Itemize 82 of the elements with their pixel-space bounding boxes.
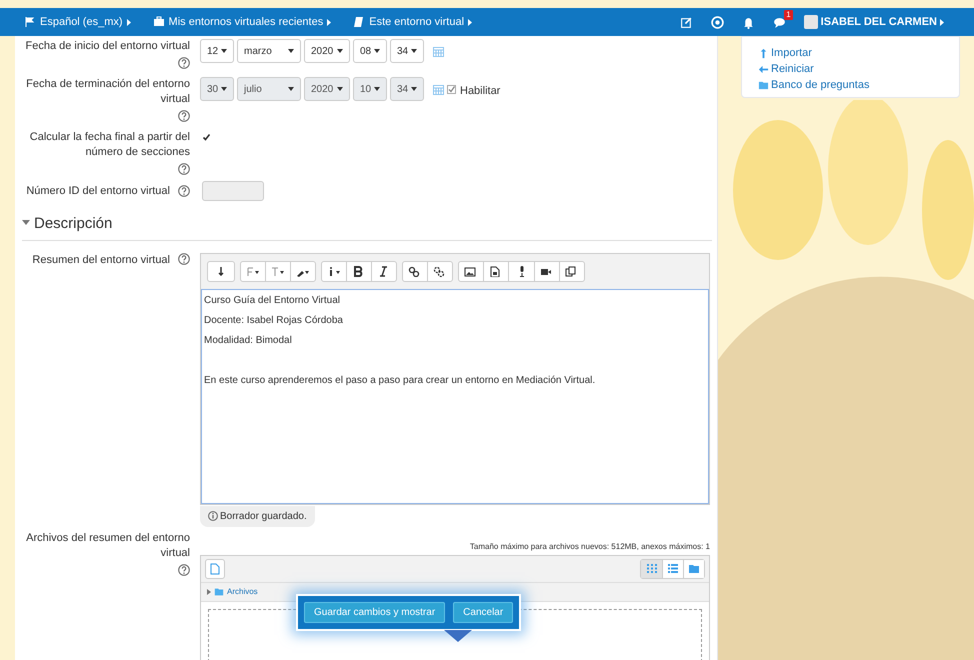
nav-menu[interactable]: Este entorno virtual xyxy=(353,14,472,30)
notification-badge: 1 xyxy=(784,10,793,20)
font-icon xyxy=(246,266,260,276)
book-icon xyxy=(353,16,366,28)
dropdown-arrow-icon xyxy=(288,87,294,91)
caret-icon xyxy=(468,18,472,26)
help-icon[interactable] xyxy=(178,252,190,264)
checkbox[interactable] xyxy=(202,133,211,142)
dropdown[interactable]: 08 xyxy=(353,39,387,63)
view-toggle[interactable] xyxy=(662,560,683,578)
folder-icon xyxy=(214,586,224,596)
field-label: Número ID del entorno virtual xyxy=(26,184,170,198)
help-icon[interactable] xyxy=(178,163,190,175)
popup-pointer xyxy=(444,630,472,642)
editor-paragraph: Curso Guía del Entorno Virtual xyxy=(204,294,340,306)
editor-paragraph: Modalidad: Bimodal xyxy=(204,334,292,346)
dropdown[interactable]: marzo xyxy=(237,39,301,63)
caret-icon xyxy=(327,18,332,26)
edit-icon[interactable] xyxy=(680,16,693,28)
dropdown-arrow-icon xyxy=(411,87,417,91)
admin-link[interactable]: Reiniciar xyxy=(758,61,943,77)
info-icon xyxy=(208,511,218,521)
image-icon xyxy=(464,266,478,276)
dropdown-arrow-icon xyxy=(374,87,380,91)
caret-icon xyxy=(940,18,944,26)
folder-link[interactable]: Archivos xyxy=(227,586,258,598)
expand-icon[interactable] xyxy=(207,588,211,594)
add-file-button[interactable] xyxy=(205,558,225,578)
text-size-icon xyxy=(271,266,285,276)
view-toggle[interactable] xyxy=(641,560,662,578)
file-icon xyxy=(210,562,220,574)
briefcase-icon xyxy=(152,16,165,28)
admin-link[interactable]: Banco de preguntas xyxy=(758,77,943,93)
dropdown[interactable]: 12 xyxy=(200,39,234,63)
help-icon[interactable] xyxy=(178,110,190,122)
dropdown-arrow-icon xyxy=(221,87,227,91)
dropdown[interactable]: 2020 xyxy=(304,39,350,63)
draft-status: Borrador guardado. xyxy=(200,506,315,526)
list-icon xyxy=(668,564,678,573)
field-label: Fecha de terminación del entorno virtual xyxy=(25,77,190,107)
broken-link-icon xyxy=(433,266,447,276)
field-label: Resumen del entorno virtual xyxy=(32,252,170,268)
folder-icon xyxy=(689,564,699,573)
left-arrow-icon xyxy=(758,64,769,74)
section-heading: Descripción xyxy=(34,214,112,234)
help-icon[interactable] xyxy=(178,57,190,69)
dropdown-arrow-icon xyxy=(337,87,343,91)
dropdown[interactable]: 34 xyxy=(390,39,424,63)
avatar-icon xyxy=(804,15,818,29)
dropdown-arrow-icon xyxy=(337,49,343,53)
help-icon[interactable] xyxy=(178,185,190,197)
checkbox-label: Habilitar xyxy=(460,84,500,99)
info-icon xyxy=(327,266,341,276)
up-arrow-icon xyxy=(758,48,769,58)
microphone-icon xyxy=(518,266,524,276)
nav-menu[interactable]: Español (es_mx) xyxy=(24,14,131,30)
down-arrow-icon xyxy=(218,266,224,276)
editor-paragraph: Docente: Isabel Rojas Córdoba xyxy=(204,314,343,326)
flag-icon xyxy=(24,16,36,28)
user-menu[interactable]: ISABEL DEL CARMEN xyxy=(804,14,944,30)
nav-menu[interactable]: Mis entornos virtuales recientes xyxy=(152,14,332,30)
id-number-field[interactable] xyxy=(202,181,264,201)
dropdown-arrow-icon xyxy=(374,49,380,53)
admin-link[interactable]: Importar xyxy=(758,45,943,61)
field-label: Fecha de inicio del entorno virtual xyxy=(26,39,190,54)
dropdown-arrow-icon xyxy=(411,49,417,53)
editor-paragraph: En este curso aprenderemos el paso a paso para crear un entorno en Mediación Virtual. xyxy=(204,374,596,386)
chat-icon[interactable] xyxy=(772,16,786,28)
caret-icon xyxy=(126,18,131,26)
file-size-limit: Tamaño máximo para archivos nuevos: 512MB, anexos máximos: 1 xyxy=(468,540,710,552)
dropdown-arrow-icon xyxy=(221,49,227,53)
grid-icon xyxy=(646,564,656,573)
notification-icon[interactable] xyxy=(742,16,755,28)
field-label: Calcular la fecha final a partir del número de secciones xyxy=(28,130,190,160)
text-editor[interactable]: Curso Guía del Entorno Virtual Docente: Isabel Rojas Córdoba Modalidad: Bimodal En este curso aprenderemos el paso a paso para crear un entorno en Mediación Virtual. xyxy=(201,288,709,504)
target-icon[interactable] xyxy=(710,16,724,28)
link-icon xyxy=(408,266,422,276)
help-icon[interactable] xyxy=(178,564,190,576)
field-label: Archivos del resumen del entorno virtual xyxy=(25,530,190,560)
view-toggle[interactable] xyxy=(683,560,704,578)
folder-icon xyxy=(758,80,769,90)
dropdown-arrow-icon xyxy=(288,49,294,53)
